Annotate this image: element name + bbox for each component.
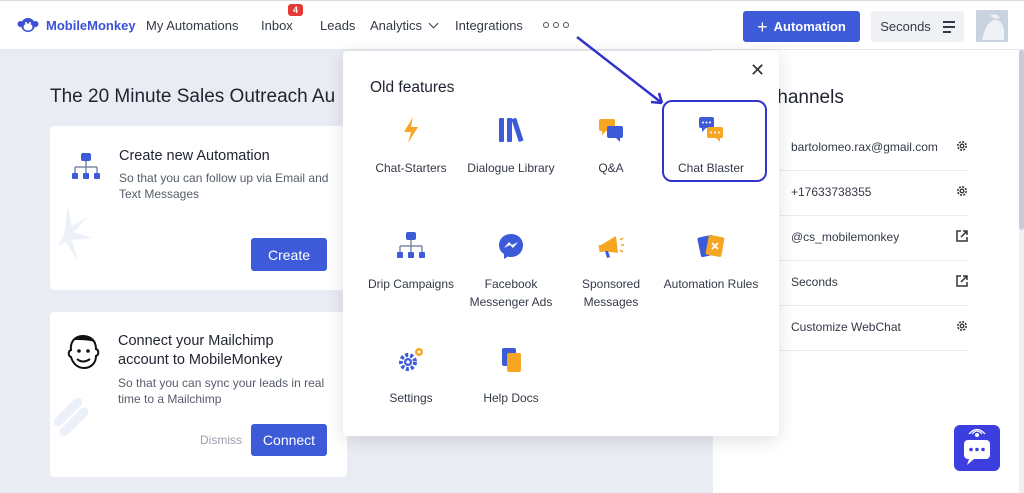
channel-label: Customize WebChat xyxy=(791,320,901,334)
channel-label: +17633738355 xyxy=(791,185,872,199)
nav-analytics[interactable]: Analytics xyxy=(370,18,439,33)
chevron-down-icon xyxy=(428,18,439,29)
page-title: The 20 Minute Sales Outreach Au xyxy=(50,86,336,107)
feature-sponsored-messages[interactable]: Sponsored Messages xyxy=(561,231,661,311)
feature-label: Chat-Starters xyxy=(375,161,447,175)
flow-chart-icon xyxy=(72,153,100,179)
feature-label: Dialogue Library xyxy=(467,161,555,175)
nav-leads[interactable]: Leads xyxy=(320,18,355,33)
monkey-logo-icon xyxy=(17,18,39,32)
messenger-icon xyxy=(499,234,523,259)
mailchimp-icon xyxy=(67,334,100,370)
logo-text: MobileMonkey xyxy=(46,17,136,33)
scrollbar[interactable] xyxy=(1019,50,1024,493)
mailchimp-card: Connect your Mailchimp account to Mobile… xyxy=(50,312,347,477)
gear-icon[interactable] xyxy=(955,184,969,198)
card-title: Create new Automation xyxy=(119,148,270,164)
channel-label: Seconds xyxy=(791,275,838,289)
feature-label: Drip Campaigns xyxy=(367,277,455,291)
feature-label: Settings xyxy=(389,391,433,405)
more-options-icon[interactable] xyxy=(543,22,569,28)
avatar[interactable] xyxy=(976,10,1008,42)
library-icon xyxy=(499,117,524,142)
nav-analytics-label: Analytics xyxy=(370,18,423,33)
external-link-icon[interactable] xyxy=(955,229,969,243)
inbox-count-badge: 4 xyxy=(288,4,304,16)
megaphone-icon xyxy=(598,236,624,258)
feature-automation-rules[interactable]: Automation Rules xyxy=(661,231,761,293)
docs-icon xyxy=(502,348,521,372)
create-button[interactable]: Create xyxy=(251,238,327,271)
card-description: So that you can follow up via Email and … xyxy=(119,171,329,201)
popup-title: Old features xyxy=(370,79,455,96)
feature-label: Help Docs xyxy=(483,391,539,405)
feature-label: Q&A xyxy=(598,161,624,175)
nav-integrations[interactable]: Integrations xyxy=(455,18,523,33)
workspace-menu-button[interactable]: Seconds xyxy=(871,11,964,42)
feature-drip-campaigns[interactable]: Drip Campaigns xyxy=(361,231,461,293)
chat-widget-button[interactable] xyxy=(954,425,1000,471)
chat-bubbles-icon xyxy=(599,119,623,142)
workspace-name: Seconds xyxy=(880,19,931,34)
decorative-sparkle-icon xyxy=(58,206,92,261)
menu-icon xyxy=(942,20,955,33)
logo[interactable]: MobileMonkey xyxy=(16,13,136,37)
scrollbar-thumb[interactable] xyxy=(1019,50,1024,230)
avatar-image xyxy=(976,10,1008,42)
channel-label: bartolomeo.rax@gmail.com xyxy=(791,140,938,154)
chat-blaster-highlight xyxy=(662,100,767,182)
plus-icon: + xyxy=(757,16,768,37)
decorative-link-icon xyxy=(54,397,89,437)
feature-help-docs[interactable]: Help Docs xyxy=(461,345,561,407)
feature-qa[interactable]: Q&A xyxy=(561,115,661,177)
dismiss-link[interactable]: Dismiss xyxy=(200,433,242,447)
connect-button[interactable]: Connect xyxy=(251,424,327,456)
rules-icon xyxy=(697,234,725,258)
card-description: So that you can sync your leads in real … xyxy=(118,376,325,406)
gear-icon[interactable] xyxy=(955,319,969,333)
card-title: Connect your Mailchimp account to Mobile… xyxy=(118,333,283,368)
old-features-popup: Old features ✕ Chat-Starters Dialogue Li… xyxy=(343,51,779,436)
settings-icon xyxy=(399,348,423,371)
feature-settings[interactable]: Settings xyxy=(361,345,461,407)
channel-label: @cs_mobilemonkey xyxy=(791,230,900,244)
external-link-icon[interactable] xyxy=(955,274,969,288)
feature-facebook-messenger-ads[interactable]: Facebook Messenger Ads xyxy=(461,231,561,311)
lightning-icon xyxy=(404,117,418,143)
automation-button-label: Automation xyxy=(773,19,846,34)
top-navigation-bar: MobileMonkey My Automations Inbox 4 Lead… xyxy=(0,0,1024,50)
gear-icon[interactable] xyxy=(955,139,969,153)
nav-inbox[interactable]: Inbox xyxy=(261,18,293,33)
feature-chat-starters[interactable]: Chat-Starters xyxy=(361,115,461,177)
chat-widget-icon xyxy=(964,428,990,465)
feature-label: Automation Rules xyxy=(663,277,759,291)
create-automation-card: Create new Automation So that you can fo… xyxy=(50,126,347,290)
feature-label: Sponsored Messages xyxy=(581,277,641,309)
flow-icon xyxy=(397,232,425,258)
add-automation-button[interactable]: + Automation xyxy=(743,11,860,42)
feature-label: Facebook Messenger Ads xyxy=(469,277,553,309)
close-icon[interactable]: ✕ xyxy=(750,61,765,79)
nav-my-automations[interactable]: My Automations xyxy=(146,18,239,33)
feature-dialogue-library[interactable]: Dialogue Library xyxy=(461,115,561,177)
